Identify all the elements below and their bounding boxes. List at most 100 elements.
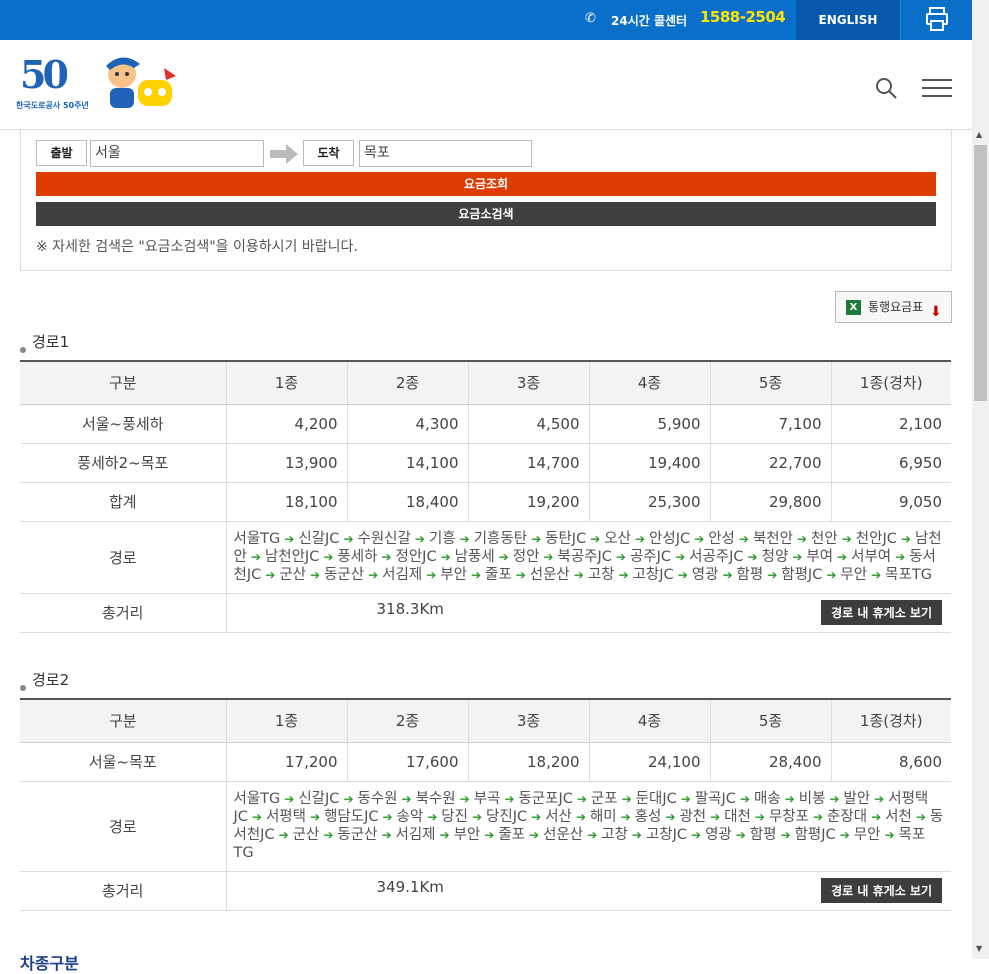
origin-input[interactable]: 서울 bbox=[90, 140, 264, 167]
arrow-right-icon: ➔ bbox=[459, 531, 470, 546]
fare-cell: 22,700 bbox=[709, 443, 831, 483]
arrow-right-icon: ➔ bbox=[504, 791, 515, 806]
route-stop: 신갈JC bbox=[298, 790, 340, 807]
fare-cell: 18,200 bbox=[467, 742, 589, 782]
arrow-right-icon: ➔ bbox=[343, 531, 354, 546]
route-stop: 함평 bbox=[749, 826, 777, 843]
print-button[interactable] bbox=[900, 0, 972, 40]
distance-cell: 349.1Km 경로 내 휴게소 보기 bbox=[225, 871, 951, 911]
search-icon[interactable] bbox=[875, 77, 897, 99]
arrow-right-icon: ➔ bbox=[575, 809, 586, 824]
toll-table-download-button[interactable]: X 통행요금표 ⬇ bbox=[835, 291, 952, 323]
arrow-right-icon: ➔ bbox=[515, 567, 526, 582]
route-stop: 춘장대 bbox=[827, 808, 868, 825]
fare-search-button[interactable]: 요금조회 bbox=[36, 172, 936, 196]
route-stop: 매송 bbox=[753, 790, 781, 807]
arrow-right-icon: ➔ bbox=[680, 791, 691, 806]
route-stop: 비봉 bbox=[798, 790, 826, 807]
table-row: 총거리 349.1Km 경로 내 휴게소 보기 bbox=[20, 871, 951, 911]
tollgate-search-button[interactable]: 요금소검색 bbox=[36, 202, 936, 226]
route-stop: 천안JC bbox=[855, 530, 897, 547]
english-button[interactable]: ENGLISH bbox=[796, 0, 900, 40]
route-stop: 북공주JC bbox=[557, 548, 612, 565]
arrow-right-icon: ➔ bbox=[323, 827, 334, 842]
arrow-right-icon: ➔ bbox=[343, 791, 354, 806]
route-stop: 선운산 bbox=[529, 566, 570, 583]
arrow-right-icon: ➔ bbox=[470, 567, 481, 582]
route-stop: 기흥동탄 bbox=[473, 530, 528, 547]
column-header: 3종 bbox=[467, 361, 589, 405]
fare-cell: 18,400 bbox=[346, 482, 468, 522]
arrow-right-icon: ➔ bbox=[895, 549, 906, 564]
arrow-right-icon: ➔ bbox=[691, 827, 702, 842]
route-stop: 수원신갈 bbox=[357, 530, 411, 547]
fare-cell: 17,200 bbox=[225, 742, 347, 782]
bullet-icon bbox=[20, 685, 26, 691]
arrow-right-icon: ➔ bbox=[382, 809, 393, 824]
arrow-right-icon: ➔ bbox=[812, 809, 824, 824]
route-stop: 동탄JC bbox=[545, 530, 587, 547]
arrow-right-icon: ➔ bbox=[710, 809, 721, 824]
call-center-number[interactable]: 1588-2504 bbox=[700, 8, 786, 26]
arrow-right-icon: ➔ bbox=[784, 791, 795, 806]
route-stop: 청양 bbox=[761, 548, 789, 565]
arrow-right-icon: ➔ bbox=[747, 549, 758, 564]
fare-cell: 14,100 bbox=[346, 443, 468, 483]
row-label: 경로 bbox=[20, 521, 226, 594]
route-stop: 함평JC bbox=[781, 566, 823, 583]
rest-area-button[interactable]: 경로 내 휴게소 보기 bbox=[821, 600, 942, 625]
arrow-right-icon: ➔ bbox=[665, 809, 676, 824]
arrow-right-icon: ➔ bbox=[615, 549, 626, 564]
vehicle-class-heading: 차종구분 bbox=[20, 954, 79, 973]
route-stop: 부안 bbox=[453, 826, 481, 843]
arrow-right-icon: ➔ bbox=[250, 549, 261, 564]
column-header: 1종 bbox=[225, 361, 347, 405]
route-stop: 동군포JC bbox=[518, 790, 573, 807]
fare-cell: 13,900 bbox=[225, 443, 347, 483]
arrow-right-icon: ➔ bbox=[792, 549, 803, 564]
menu-icon[interactable] bbox=[922, 79, 952, 97]
column-header: 구분 bbox=[20, 699, 226, 743]
route-stop: 함평 bbox=[736, 566, 764, 583]
route-path: 서울TG ➔ 신갈JC ➔ 수원신갈 ➔ 기흥 ➔ 기흥동탄 ➔ 동탄JC ➔ 오산 ➔ 안성JC ➔ 안성 ➔ 북… bbox=[225, 521, 951, 594]
route-stop: 기흥 bbox=[428, 530, 456, 547]
route-stop: 동군산 bbox=[337, 826, 378, 843]
scroll-down-arrow-icon[interactable]: ▼ bbox=[976, 944, 982, 953]
arrow-right-icon: ➔ bbox=[310, 567, 321, 582]
column-header: 1종 bbox=[225, 699, 347, 743]
route-stop: 안성JC bbox=[649, 530, 691, 547]
route-stop: 오산 bbox=[604, 530, 631, 547]
distance-value: 318.3Km bbox=[376, 600, 444, 618]
logo[interactable]: 50 bbox=[20, 52, 69, 97]
arrow-right-icon: ➔ bbox=[439, 827, 450, 842]
route-stop: 광천 bbox=[679, 808, 707, 825]
table-row: 합계 18,100 18,400 19,200 25,300 29,800 9,… bbox=[20, 482, 951, 522]
route-stop: 정안JC bbox=[395, 548, 437, 565]
rest-area-button[interactable]: 경로 내 휴게소 보기 bbox=[821, 878, 942, 903]
table-row: 경로 서울TG ➔ 신갈JC ➔ 동수원 ➔ 북수원 ➔ 부곡 ➔ 동군포JC ➔ 군포 ➔ 둔대JC ➔ 팔곡… bbox=[20, 781, 951, 872]
arrow-right-icon: ➔ bbox=[278, 827, 289, 842]
destination-input[interactable]: 목포 bbox=[359, 140, 532, 167]
route-stop: 선운산 bbox=[543, 826, 584, 843]
arrow-right-icon: ➔ bbox=[677, 567, 688, 582]
scrollbar[interactable] bbox=[972, 0, 989, 959]
origin-label: 출발 bbox=[36, 140, 87, 166]
arrow-right-icon: ➔ bbox=[381, 549, 392, 564]
distance-value: 349.1Km bbox=[376, 878, 444, 896]
arrow-right-icon: ➔ bbox=[841, 531, 852, 546]
arrow-right-icon: ➔ bbox=[900, 531, 911, 546]
route-stop: 서평택 bbox=[265, 808, 306, 825]
search-note: ※ 자세한 검색은 "요금소검색"을 이용하시기 바랍니다. bbox=[36, 239, 358, 255]
route-stop: 군산 bbox=[292, 826, 320, 843]
arrow-right-icon: ➔ bbox=[796, 531, 808, 546]
scroll-thumb[interactable] bbox=[974, 145, 987, 401]
arrow-right-icon: ➔ bbox=[739, 791, 750, 806]
fare-cell: 5,900 bbox=[588, 404, 710, 444]
fare-cell: 7,100 bbox=[709, 404, 831, 444]
table-row: 총거리 318.3Km 경로 내 휴게소 보기 bbox=[20, 593, 951, 633]
scroll-up-arrow-icon[interactable]: ▲ bbox=[976, 130, 982, 139]
table-header-row: 구분 1종 2종 3종 4종 5종 1종(경차) bbox=[20, 361, 951, 405]
route-stop: 줄포 bbox=[498, 826, 526, 843]
column-header: 5종 bbox=[709, 699, 831, 743]
column-header: 1종(경차) bbox=[830, 361, 951, 405]
